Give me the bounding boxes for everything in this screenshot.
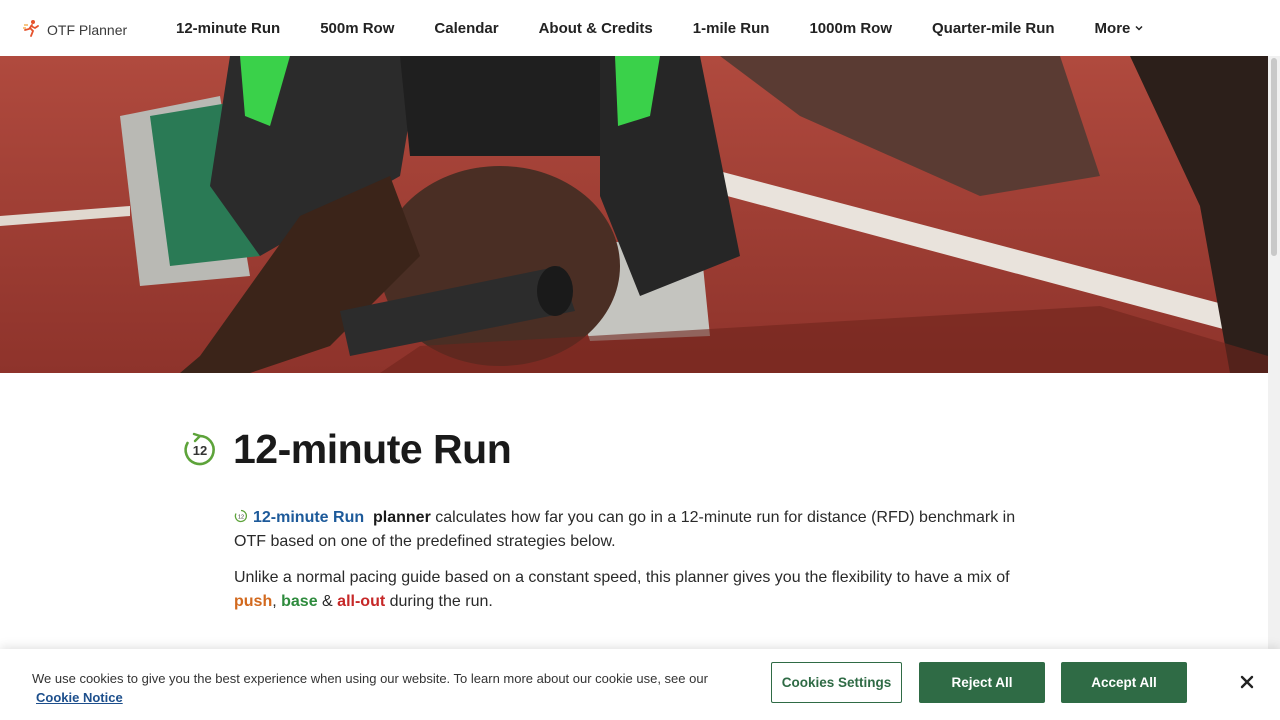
intro-paragraph-2: Unlike a normal pacing guide based on a …: [234, 566, 1034, 614]
svg-text:12: 12: [193, 443, 207, 458]
cookies-settings-button[interactable]: Cookies Settings: [771, 662, 902, 703]
page-scrollbar[interactable]: [1268, 56, 1280, 720]
nav-more-label: More: [1094, 19, 1131, 37]
amp-text: &: [322, 593, 333, 610]
page-title: 12-minute Run: [233, 426, 512, 472]
nav-item-500m-row[interactable]: 500m Row: [320, 20, 394, 37]
nav-item-about-credits[interactable]: About & Credits: [539, 20, 653, 37]
cookie-notice-link[interactable]: Cookie Notice: [36, 690, 123, 705]
accept-all-button[interactable]: Accept All: [1061, 662, 1187, 703]
chevron-down-icon: [1135, 25, 1143, 31]
nav-menu: 12-minute Run 500m Row Calendar About & …: [176, 0, 1183, 56]
all-out-label: all-out: [337, 593, 386, 610]
comma-text: ,: [272, 593, 277, 610]
brand-link[interactable]: OTF Planner: [22, 18, 176, 38]
cookie-banner: We use cookies to give you the best expe…: [0, 649, 1280, 720]
nav-item-1000m-row[interactable]: 1000m Row: [809, 20, 892, 37]
intro-text-2: Unlike a normal pacing guide based on a …: [234, 569, 1010, 586]
hero-image: [0, 56, 1268, 373]
nav-item-12-minute-run[interactable]: 12-minute Run: [176, 20, 280, 37]
run-link[interactable]: 12-minute Run: [253, 509, 364, 526]
cookie-text: We use cookies to give you the best expe…: [32, 671, 708, 686]
runner-icon: [23, 20, 39, 37]
timer-12-icon: 12: [184, 432, 215, 465]
brand-name: OTF Planner: [47, 22, 128, 38]
nav-item-1-mile-run[interactable]: 1-mile Run: [693, 20, 770, 37]
reject-all-button[interactable]: Reject All: [919, 662, 1045, 703]
intro-text-3: during the run.: [389, 593, 493, 610]
nav-item-calendar[interactable]: Calendar: [434, 20, 498, 37]
base-label: base: [281, 593, 318, 610]
nav-item-quarter-mile-run[interactable]: Quarter-mile Run: [932, 20, 1055, 37]
push-label: push: [234, 593, 273, 610]
scrollbar-thumb[interactable]: [1271, 58, 1277, 256]
nav-more-dropdown[interactable]: More: [1095, 20, 1144, 37]
intro-paragraph-1: 12 12-minute Run planner calculates how …: [234, 506, 1034, 554]
close-icon[interactable]: [1238, 673, 1256, 691]
timer-12-small-icon: 12: [234, 509, 247, 523]
planner-word: planner: [373, 509, 431, 526]
intro-content: 12 12-minute Run planner calculates how …: [234, 506, 1034, 626]
top-navigation: OTF Planner 12-minute Run 500m Row Calen…: [0, 0, 1268, 56]
svg-text:12: 12: [238, 515, 244, 521]
page-heading: 12 12-minute Run: [182, 426, 512, 473]
cookie-message: We use cookies to give you the best expe…: [32, 669, 732, 707]
